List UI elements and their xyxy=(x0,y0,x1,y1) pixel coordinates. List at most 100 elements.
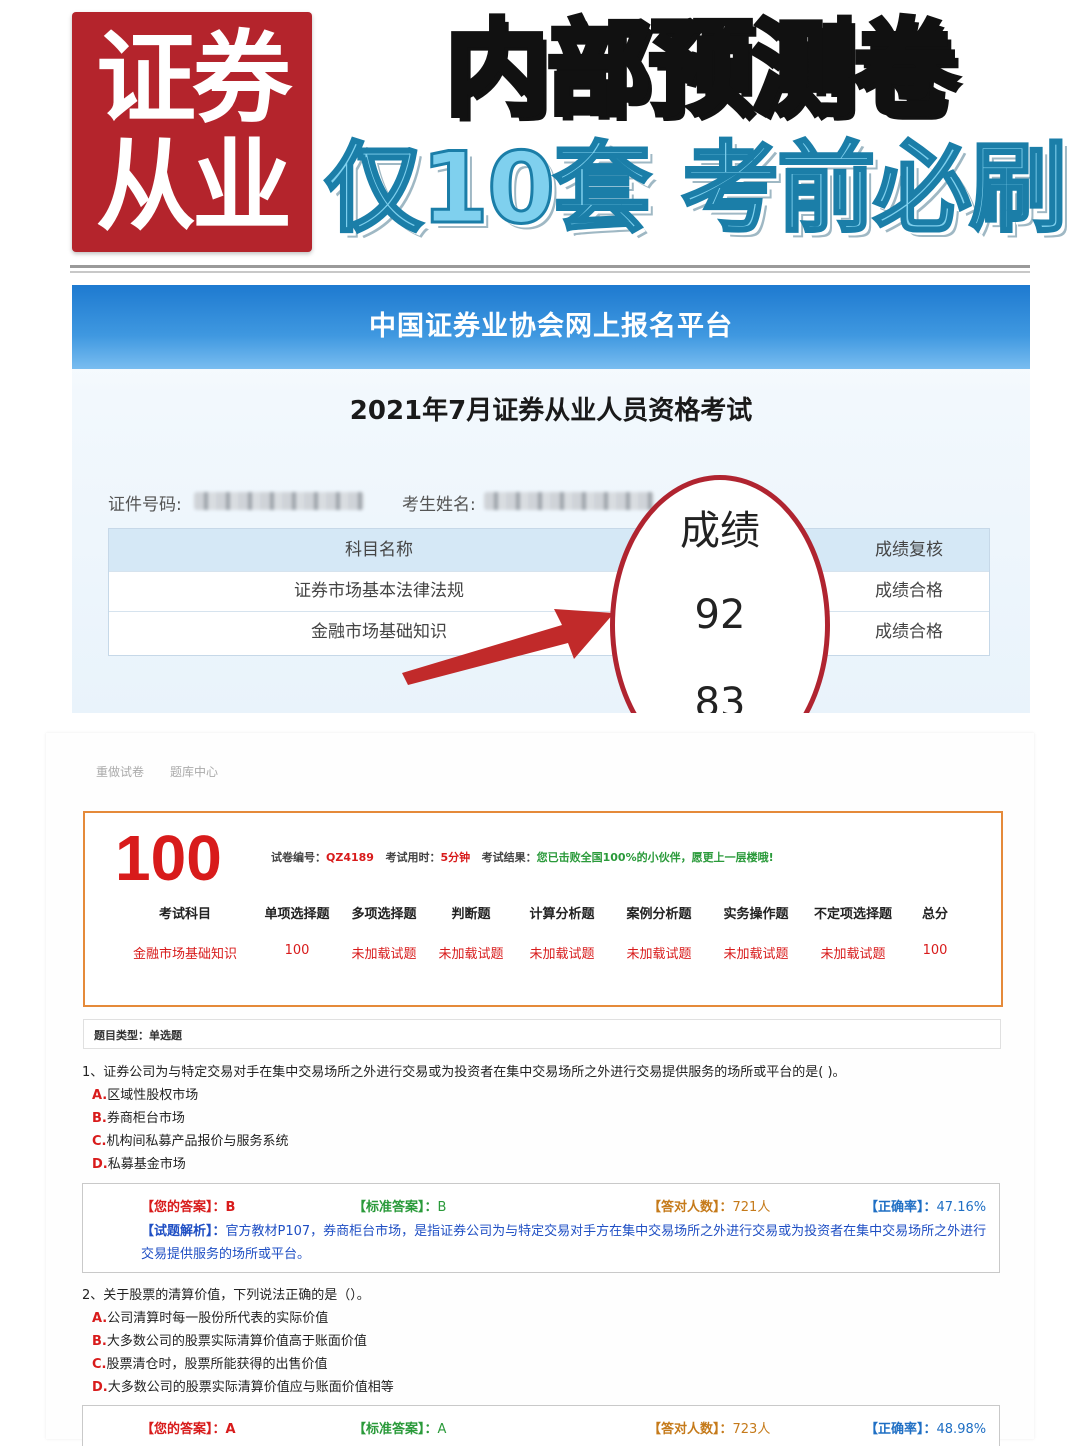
cell-subject: 金融市场基础知识 xyxy=(132,947,237,962)
nav-question-bank-link[interactable]: 题库中心 xyxy=(170,763,218,780)
option-text: 公司清算时每一股份所代表的实际价值 xyxy=(107,1311,329,1326)
option-text: 私募基金市场 xyxy=(107,1157,186,1172)
score-review: 成绩合格 xyxy=(875,581,943,601)
header-total: 总分 xyxy=(921,907,948,922)
column-subject: 科目名称 xyxy=(345,540,413,560)
cell-true-false: 未加载试题 xyxy=(438,947,504,962)
cell-practical: 未加载试题 xyxy=(723,947,789,962)
standard-answer: 【标准答案】：B xyxy=(353,1196,446,1215)
your-answer: 【您的答案】：B xyxy=(141,1196,235,1215)
question-text: 1、证券公司为与特定交易对手在集中交易场所之外进行交易或为投资者在集中交易场所之… xyxy=(82,1065,846,1080)
score-value: 92 xyxy=(694,592,746,638)
option-letter: C. xyxy=(92,1134,107,1149)
score-summary-box: 100 试卷编号：QZ4189 考试用时：5分钟 考试结果：您已击败全国100%… xyxy=(83,811,1003,1007)
platform-title: 中国证券业协会网上报名平台 xyxy=(369,311,733,342)
arrow-icon xyxy=(402,609,614,685)
option-b[interactable]: B.券商柜台市场 xyxy=(92,1107,185,1126)
standard-answer-value: A xyxy=(437,1422,447,1437)
paper-id-value: QZ4189 xyxy=(326,851,374,864)
result-label: 考试结果： xyxy=(481,851,537,864)
platform-header: 中国证券业协会网上报名平台 xyxy=(72,285,1030,369)
option-c[interactable]: C.股票清仓时，股票所能获得的出售价值 xyxy=(92,1353,328,1372)
exam-meta: 试卷编号：QZ4189 考试用时：5分钟 考试结果：您已击败全国100%的小伙伴… xyxy=(271,849,774,865)
cell-multi-choice: 未加载试题 xyxy=(351,947,417,962)
column-review: 成绩复核 xyxy=(875,540,943,560)
question-text: 2、关于股票的清算价值，下列说法正确的是（）。 xyxy=(82,1288,370,1303)
header-multi-choice: 多项选择题 xyxy=(351,907,417,922)
explanation-label: 【试题解析】： xyxy=(141,1224,226,1239)
divider xyxy=(70,265,1030,268)
question-type-bar: 题目类型：单选题 xyxy=(83,1019,1001,1049)
paper-id-label: 试卷编号： xyxy=(271,851,326,864)
your-answer-value: A xyxy=(225,1422,236,1437)
option-d[interactable]: D.私募基金市场 xyxy=(92,1153,186,1172)
standard-answer-label: 【标准答案】： xyxy=(353,1200,438,1215)
banner-title: 内部预测卷 xyxy=(442,8,959,131)
divider xyxy=(70,271,1030,273)
option-letter: D. xyxy=(92,1380,108,1395)
correct-count: 【答对人数】：721人 xyxy=(648,1196,770,1215)
cell-case-analysis: 未加载试题 xyxy=(626,947,692,962)
correct-count-value: 721人 xyxy=(732,1200,771,1215)
your-answer-label: 【您的答案】： xyxy=(141,1200,226,1215)
answer-panel: 【您的答案】：A 【标准答案】：A 【答对人数】：723人 【正确率】：48.9… xyxy=(82,1405,1000,1446)
red-badge: 证券 从业 xyxy=(72,12,312,252)
correct-count-label: 【答对人数】： xyxy=(648,1422,733,1437)
question-type: 题目类型：单选题 xyxy=(94,1029,182,1042)
option-letter: C. xyxy=(92,1357,107,1372)
column-score: 成绩 xyxy=(680,508,760,554)
banner-subtitle: 仅10套 考前必刷 xyxy=(323,131,1069,248)
standard-answer-value: B xyxy=(437,1200,447,1215)
correct-rate: 【正确率】：48.98% xyxy=(865,1418,986,1437)
time-value: 5分钟 xyxy=(440,851,471,864)
option-a[interactable]: A.公司清算时每一股份所代表的实际价值 xyxy=(92,1307,328,1326)
exam-title: 2021年7月证券从业人员资格考试 xyxy=(349,396,753,426)
score-table-header: 科目名称 成绩复核 xyxy=(109,529,989,572)
score-review: 成绩合格 xyxy=(875,622,943,642)
option-a[interactable]: A.区域性股权市场 xyxy=(92,1084,198,1103)
score-result-page: 中国证券业协会网上报名平台 2021年7月证券从业人员资格考试 证件号码: 考生… xyxy=(72,285,1030,775)
option-c[interactable]: C.机构间私募产品报价与服务系统 xyxy=(92,1130,289,1149)
header-single-choice: 单项选择题 xyxy=(264,907,330,922)
header-case-analysis: 案例分析题 xyxy=(626,907,692,922)
your-answer-label: 【您的答案】： xyxy=(141,1422,226,1437)
explanation-text: 官方教材P107，券商柜台市场，是指证券公司为与特定交易对手方在集中交易场所之外… xyxy=(141,1224,987,1262)
option-letter: D. xyxy=(92,1157,108,1172)
header-subject: 考试科目 xyxy=(158,907,211,922)
candidate-name-label: 考生姓名: xyxy=(402,495,476,515)
correct-rate: 【正确率】：47.16% xyxy=(865,1196,986,1215)
your-answer: 【您的答案】：A xyxy=(141,1418,236,1437)
promo-banner: 证券 从业 内部预测卷 仅10套 考前必刷 xyxy=(0,0,1080,285)
cell-single-choice: 100 xyxy=(284,943,310,958)
option-letter: A. xyxy=(92,1311,108,1326)
cell-calculation: 未加载试题 xyxy=(529,947,595,962)
option-letter: B. xyxy=(92,1334,107,1349)
option-text: 区域性股权市场 xyxy=(107,1088,199,1103)
gap xyxy=(0,713,1080,733)
option-letter: B. xyxy=(92,1111,107,1126)
cell-total: 100 xyxy=(922,943,948,958)
your-answer-value: B xyxy=(225,1200,236,1215)
explanation: 【试题解析】：官方教材P107，券商柜台市场，是指证券公司为与特定交易对手方在集… xyxy=(141,1220,991,1266)
badge-line-1: 证券 xyxy=(96,20,292,137)
badge-line-2: 从业 xyxy=(96,128,292,245)
correct-count-label: 【答对人数】： xyxy=(648,1200,733,1215)
correct-count: 【答对人数】：723人 xyxy=(648,1418,770,1437)
standard-answer: 【标准答案】：A xyxy=(353,1418,446,1437)
header-calculation: 计算分析题 xyxy=(529,907,595,922)
option-text: 大多数公司的股票实际清算价值高于账面价值 xyxy=(106,1334,367,1349)
correct-count-value: 723人 xyxy=(732,1422,771,1437)
header-practical: 实务操作题 xyxy=(723,907,789,922)
correct-rate-value: 47.16% xyxy=(936,1200,987,1215)
option-d[interactable]: D.大多数公司的股票实际清算价值应与账面价值相等 xyxy=(92,1376,394,1395)
option-letter: A. xyxy=(92,1088,108,1103)
practice-result-page: 重做试卷 题库中心 100 试卷编号：QZ4189 考试用时：5分钟 考试结果：… xyxy=(46,733,1034,1446)
correct-rate-label: 【正确率】： xyxy=(865,1422,937,1437)
header-true-false: 判断题 xyxy=(451,907,491,922)
option-text: 券商柜台市场 xyxy=(106,1111,185,1126)
option-text: 股票清仓时，股票所能获得的出售价值 xyxy=(106,1357,328,1372)
time-label: 考试用时： xyxy=(385,851,441,864)
option-b[interactable]: B.大多数公司的股票实际清算价值高于账面价值 xyxy=(92,1330,367,1349)
nav-redo-link[interactable]: 重做试卷 xyxy=(96,763,144,780)
answer-panel: 【您的答案】：B 【标准答案】：B 【答对人数】：721人 【正确率】：47.1… xyxy=(82,1183,1000,1273)
